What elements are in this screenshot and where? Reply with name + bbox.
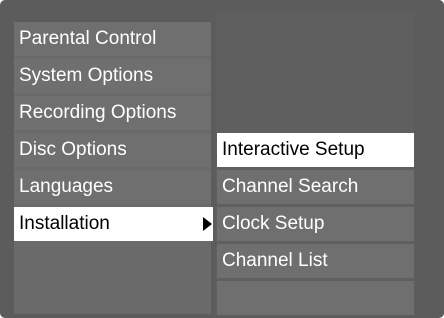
menu-item-parental-control[interactable]: Parental Control [14,22,211,56]
submenu-item-channel-list[interactable]: Channel List [217,244,414,278]
submenu-item-label: Interactive Setup [222,139,365,160]
submenu-item-interactive-setup[interactable]: Interactive Setup [217,133,414,167]
submenu-item-label: Channel List [222,250,328,271]
menu-item-label: Installation [19,213,110,234]
menu-item-installation[interactable]: Installation [14,207,213,241]
submenu-item-label: Clock Setup [222,213,325,234]
menu-item-recording-options[interactable]: Recording Options [14,96,211,130]
submenu-arrow-icon [203,217,212,231]
menu-item-disc-options[interactable]: Disc Options [14,133,211,167]
submenu-item-channel-search[interactable]: Channel Search [217,170,414,204]
submenu-item-label: Channel Search [222,176,359,197]
menu-item-system-options[interactable]: System Options [14,59,211,93]
menu-item-label: Recording Options [19,102,177,123]
tv-menu-screen: Parental Control System Options Recordin… [0,0,444,318]
menu-item-label: Languages [19,176,114,197]
submenu-item-empty[interactable] [217,281,414,315]
submenu-item-clock-setup[interactable]: Clock Setup [217,207,414,241]
menu-item-languages[interactable]: Languages [14,170,211,204]
menu-item-label: Parental Control [19,28,157,49]
menu-item-label: System Options [19,65,154,86]
menu-item-label: Disc Options [19,139,127,160]
